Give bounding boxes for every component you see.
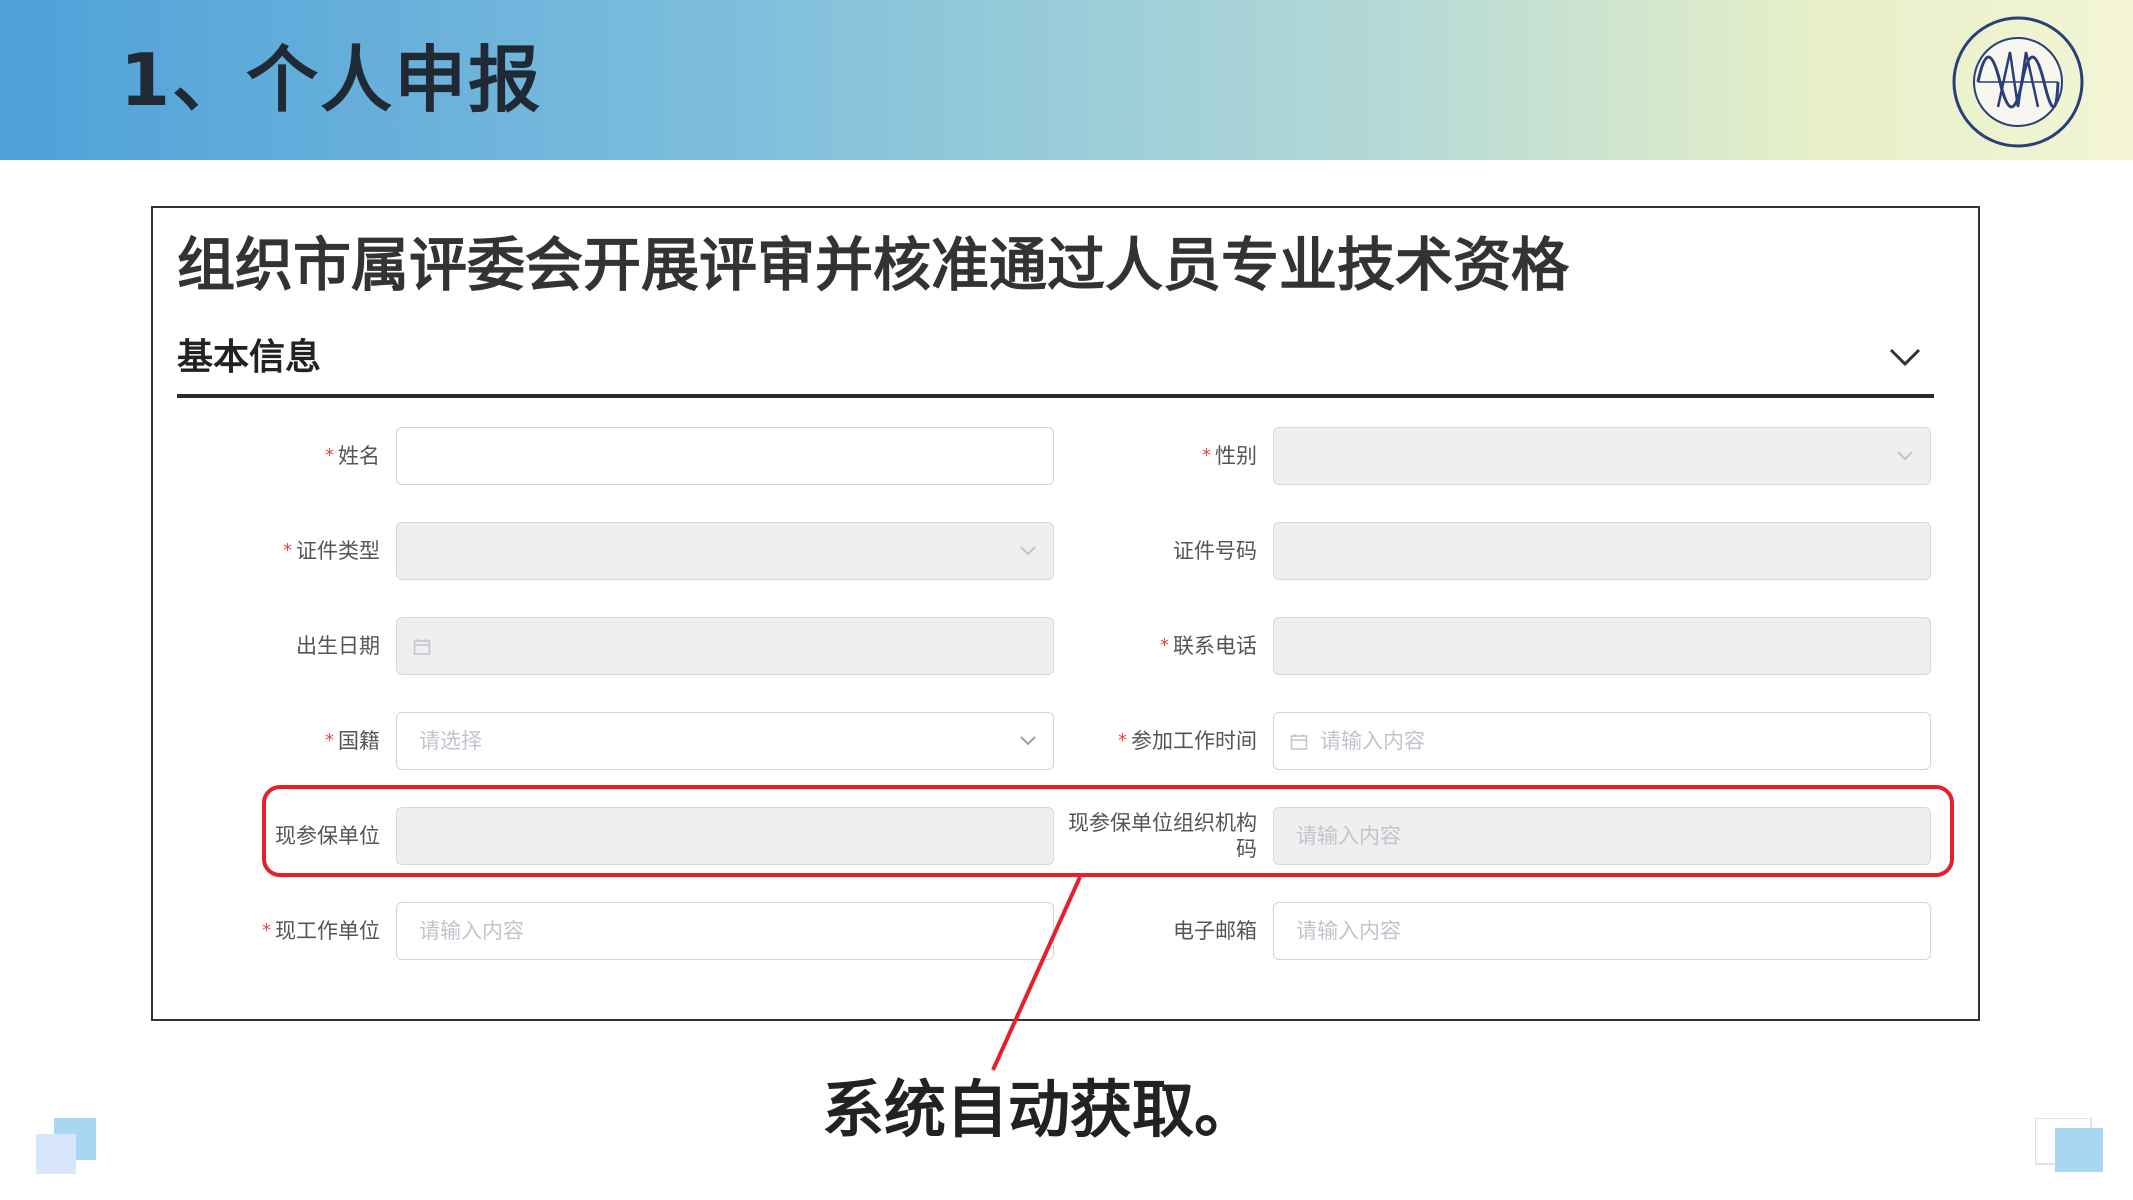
- decorative-squares: [2035, 1118, 2103, 1172]
- phone-label: * 联系电话: [1160, 634, 1257, 658]
- work-unit-input[interactable]: 请输入内容: [396, 902, 1054, 960]
- work-unit-label: * 现工作单位: [262, 919, 380, 943]
- id-type-select[interactable]: [396, 522, 1054, 580]
- email-placeholder: 请输入内容: [1296, 919, 1401, 943]
- gender-label: * 性别: [1202, 444, 1257, 468]
- application-form-panel: 组织市属评委会开展评审并核准通过人员专业技术资格 基本信息: [151, 206, 1980, 1021]
- chevron-down-icon: [1897, 451, 1913, 461]
- decorative-squares: [36, 1118, 96, 1174]
- association-logo: [1952, 16, 2084, 148]
- name-label: * 姓名: [325, 444, 380, 468]
- nationality-placeholder: 请选择: [419, 729, 482, 753]
- id-type-label: * 证件类型: [283, 539, 380, 563]
- birth-date-picker[interactable]: [396, 617, 1054, 675]
- email-label: 电子邮箱: [1173, 919, 1257, 943]
- slide-title: 1、个人申报: [120, 38, 543, 122]
- gender-select[interactable]: [1273, 427, 1931, 485]
- nationality-label: * 国籍: [325, 729, 380, 753]
- work-start-label: * 参加工作时间: [1118, 729, 1257, 753]
- work-start-date-picker[interactable]: 请输入内容: [1273, 712, 1931, 770]
- email-input[interactable]: 请输入内容: [1273, 902, 1931, 960]
- calendar-icon: [413, 639, 431, 655]
- id-number-input[interactable]: [1273, 522, 1931, 580]
- highlight-box: [262, 785, 1954, 877]
- section-title-basic-info: 基本信息: [177, 337, 322, 378]
- phone-input[interactable]: [1273, 617, 1931, 675]
- name-input[interactable]: [396, 427, 1054, 485]
- calendar-icon: [1290, 734, 1308, 750]
- work-unit-placeholder: 请输入内容: [419, 919, 524, 943]
- work-start-placeholder: 请输入内容: [1320, 729, 1425, 753]
- chevron-down-icon[interactable]: [1885, 342, 1925, 372]
- id-number-label: 证件号码: [1173, 539, 1257, 563]
- form-title: 组织市属评委会开展评审并核准通过人员专业技术资格: [177, 231, 1570, 299]
- section-divider: [177, 394, 1934, 398]
- birth-date-label: 出生日期: [296, 634, 380, 658]
- nationality-select[interactable]: 请选择: [396, 712, 1054, 770]
- annotation-caption: 系统自动获取。: [822, 1073, 1257, 1146]
